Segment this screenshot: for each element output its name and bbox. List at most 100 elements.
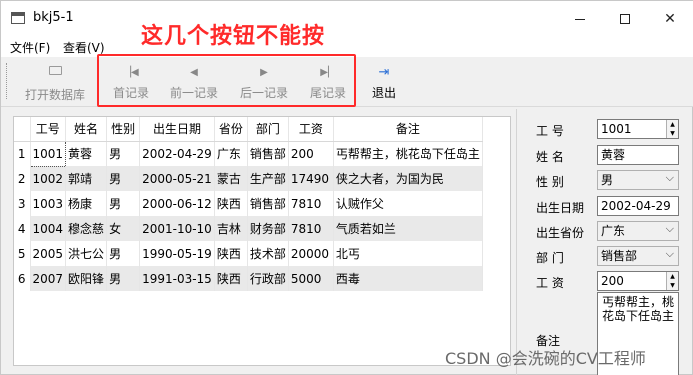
table-cell[interactable]: 1004 <box>30 216 67 241</box>
table-cell[interactable]: 2005 <box>30 241 67 266</box>
table-cell[interactable]: 男 <box>106 241 141 266</box>
data-grid[interactable]: 工号 姓名 性别 出生日期 省份 部门 工资 备注 1 1001 黄蓉 男 20… <box>13 116 511 366</box>
table-cell[interactable]: 陕西 <box>214 266 248 291</box>
table-cell[interactable]: 2000-05-21 <box>139 166 215 191</box>
open-database-button[interactable]: 打开数据库 <box>19 60 91 104</box>
row-number[interactable]: 2 <box>14 166 31 191</box>
table-cell[interactable]: 男 <box>106 141 141 166</box>
gender-label: 性 别 <box>536 175 564 189</box>
table-cell[interactable]: 200 <box>288 141 334 166</box>
table-cell[interactable]: 男 <box>106 166 141 191</box>
birth-date-field[interactable]: 2002-04-29 <box>597 196 679 216</box>
column-header-memo[interactable]: 备注 <box>333 117 483 142</box>
minimize-button[interactable] <box>557 1 603 37</box>
row-number[interactable]: 6 <box>14 266 31 291</box>
corner-header[interactable] <box>14 117 31 142</box>
table-cell[interactable]: 2000-06-12 <box>139 191 215 216</box>
birth-label: 出生日期 <box>536 201 585 215</box>
table-cell[interactable]: 洪七公 <box>65 241 108 266</box>
table-cell[interactable]: 财务部 <box>247 216 289 241</box>
spin-arrows-icon[interactable]: ▲ ▼ <box>666 120 678 138</box>
exit-button[interactable]: ⇥ 退出 <box>367 60 401 104</box>
window-title: bkj5-1 <box>33 10 74 25</box>
title-bar: bkj5-1 ✕ <box>1 1 693 37</box>
row-number[interactable]: 1 <box>14 141 31 166</box>
table-cell[interactable]: 气质若如兰 <box>333 216 483 241</box>
table-cell[interactable]: 认贼作父 <box>333 191 483 216</box>
table-cell[interactable]: 北丐 <box>333 241 483 266</box>
toolbar-grip[interactable] <box>6 63 9 99</box>
table-cell[interactable]: 行政部 <box>247 266 289 291</box>
table-cell[interactable]: 1991-03-15 <box>139 266 215 291</box>
name-field[interactable]: 黄蓉 <box>597 145 679 165</box>
id-spinbox[interactable]: 1001 ▲ ▼ <box>597 119 679 139</box>
panel-splitter[interactable] <box>516 109 517 375</box>
table-cell[interactable]: 2007 <box>30 266 67 291</box>
table-cell[interactable]: 侠之大者，为国为民 <box>333 166 483 191</box>
annotation-highlight-box <box>97 54 356 107</box>
close-button[interactable]: ✕ <box>647 1 693 37</box>
maximize-icon <box>620 14 630 24</box>
row-number[interactable]: 4 <box>14 216 31 241</box>
table-cell[interactable]: 20000 <box>288 241 334 266</box>
table-cell[interactable]: 丐帮帮主，桃花岛下任岛主 <box>333 141 483 166</box>
salary-spinbox[interactable]: 200 ▲ ▼ <box>597 271 679 291</box>
table-cell[interactable]: 西毒 <box>333 266 483 291</box>
table-cell[interactable]: 陕西 <box>214 191 248 216</box>
column-header-province[interactable]: 省份 <box>214 117 248 142</box>
table-row[interactable]: 2 1002 郭靖 男 2000-05-21 蒙古 生产部 17490 侠之大者… <box>14 166 483 191</box>
table-cell[interactable]: 1003 <box>30 191 67 216</box>
table-cell[interactable]: 黄蓉 <box>65 141 108 166</box>
maximize-button[interactable] <box>602 1 648 37</box>
spin-arrows-icon[interactable]: ▲ ▼ <box>666 272 678 290</box>
exit-label: 退出 <box>371 86 396 100</box>
column-header-id[interactable]: 工号 <box>30 117 67 142</box>
table-cell[interactable]: 技术部 <box>247 241 289 266</box>
table-row[interactable]: 4 1004 穆念慈 女 2001-10-10 吉林 财务部 7810 气质若如… <box>14 216 483 241</box>
table-cell[interactable]: 销售部 <box>247 141 289 166</box>
column-header-dept[interactable]: 部门 <box>247 117 289 142</box>
column-header-name[interactable]: 姓名 <box>65 117 108 142</box>
gender-select[interactable]: 男 <box>597 170 679 190</box>
table-cell[interactable]: 1002 <box>30 166 67 191</box>
row-number[interactable]: 3 <box>14 191 31 216</box>
table-cell[interactable]: 5000 <box>288 266 334 291</box>
table-cell[interactable]: 广东 <box>214 141 248 166</box>
table-cell[interactable]: 穆念慈 <box>65 216 108 241</box>
column-header-birth[interactable]: 出生日期 <box>139 117 215 142</box>
table-row[interactable]: 6 2007 欧阳锋 男 1991-03-15 陕西 行政部 5000 西毒 <box>14 266 483 291</box>
table-cell[interactable]: 女 <box>106 216 141 241</box>
menu-file[interactable]: 文件(F) <box>10 39 50 56</box>
minimize-icon <box>575 18 585 20</box>
column-header-gender[interactable]: 性别 <box>106 117 141 142</box>
dept-label: 部 门 <box>536 251 564 265</box>
dept-select[interactable]: 销售部 <box>597 246 679 266</box>
province-select[interactable]: 广东 <box>597 221 679 241</box>
table-cell[interactable]: 2001-10-10 <box>139 216 215 241</box>
table-cell[interactable]: 1990-05-19 <box>139 241 215 266</box>
app-icon <box>11 12 25 24</box>
table-cell[interactable]: 男 <box>106 266 141 291</box>
table-cell[interactable]: 陕西 <box>214 241 248 266</box>
table-cell[interactable]: 7810 <box>288 191 334 216</box>
table-cell[interactable]: 蒙古 <box>214 166 248 191</box>
table-cell[interactable]: 吉林 <box>214 216 248 241</box>
table-cell[interactable]: 欧阳锋 <box>65 266 108 291</box>
table-cell[interactable]: 1001 <box>29 140 67 167</box>
folder-icon <box>48 66 62 75</box>
table-cell[interactable]: 生产部 <box>247 166 289 191</box>
row-number[interactable]: 5 <box>14 241 31 266</box>
table-row[interactable]: 1 1001 黄蓉 男 2002-04-29 广东 销售部 200 丐帮帮主，桃… <box>14 140 483 167</box>
column-header-salary[interactable]: 工资 <box>288 117 334 142</box>
table-cell[interactable]: 17490 <box>288 166 334 191</box>
table-cell[interactable]: 7810 <box>288 216 334 241</box>
table-row[interactable]: 5 2005 洪七公 男 1990-05-19 陕西 技术部 20000 北丐 <box>14 241 483 266</box>
table-cell[interactable]: 销售部 <box>247 191 289 216</box>
table-row[interactable]: 3 1003 杨康 男 2000-06-12 陕西 销售部 7810 认贼作父 <box>14 191 483 216</box>
table-cell[interactable]: 杨康 <box>65 191 108 216</box>
table-cell[interactable]: 郭靖 <box>65 166 108 191</box>
table-cell[interactable]: 2002-04-29 <box>139 141 215 166</box>
salary-value: 200 <box>601 274 624 288</box>
table-cell[interactable]: 男 <box>106 191 141 216</box>
name-label: 姓 名 <box>536 150 564 164</box>
